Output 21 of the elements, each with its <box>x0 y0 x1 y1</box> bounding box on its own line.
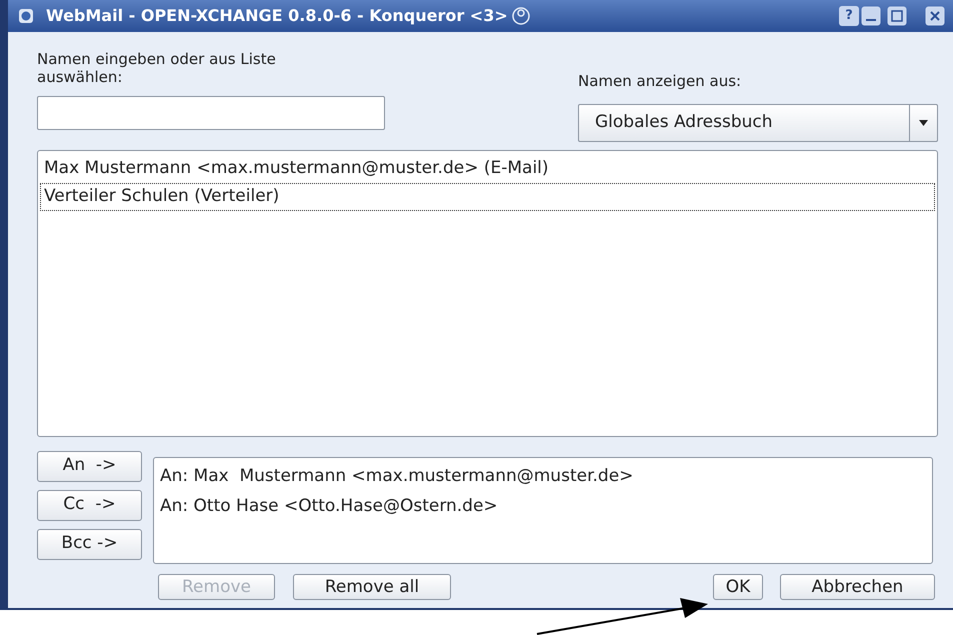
add-recipient-button[interactable]: An -> <box>37 450 142 482</box>
close-icon[interactable] <box>925 6 945 26</box>
minimize-icon[interactable] <box>861 6 881 26</box>
source-label: Namen anzeigen aus: <box>578 71 742 92</box>
dialog-button[interactable]: OK <box>713 574 763 600</box>
window-title: WebMail - OPEN-XCHANGE 0.8.0-6 - Konqueror <3> <box>46 5 508 27</box>
add-recipient-button[interactable]: Bcc -> <box>37 528 142 560</box>
help-button[interactable]: ? <box>839 6 859 26</box>
dropdown-value: Globales Adressbuch <box>594 110 774 134</box>
name-label: Namen eingeben oder aus Liste auswählen: <box>37 50 277 86</box>
dialog-button[interactable]: Remove all <box>293 574 451 600</box>
recipient-entry: An: Otto Hase <Otto.Hase@Ostern.de> <box>160 494 499 518</box>
list-item[interactable]: Max Mustermann <max.mustermann@muster.de> (E-Mail) <box>40 154 935 182</box>
name-input-field[interactable] <box>37 96 385 130</box>
maximize-icon[interactable] <box>887 6 907 26</box>
dialog-button[interactable]: Abbrechen <box>780 574 935 600</box>
caret-icon <box>919 120 928 126</box>
address-book-dropdown[interactable]: Globales Adressbuch <box>578 104 938 142</box>
list-item[interactable]: Verteiler Schulen (Verteiler) <box>40 182 935 210</box>
recipient-entry: An: Max Mustermann <max.mustermann@muster.de> <box>160 464 634 488</box>
add-recipient-button[interactable]: Cc -> <box>37 490 142 520</box>
